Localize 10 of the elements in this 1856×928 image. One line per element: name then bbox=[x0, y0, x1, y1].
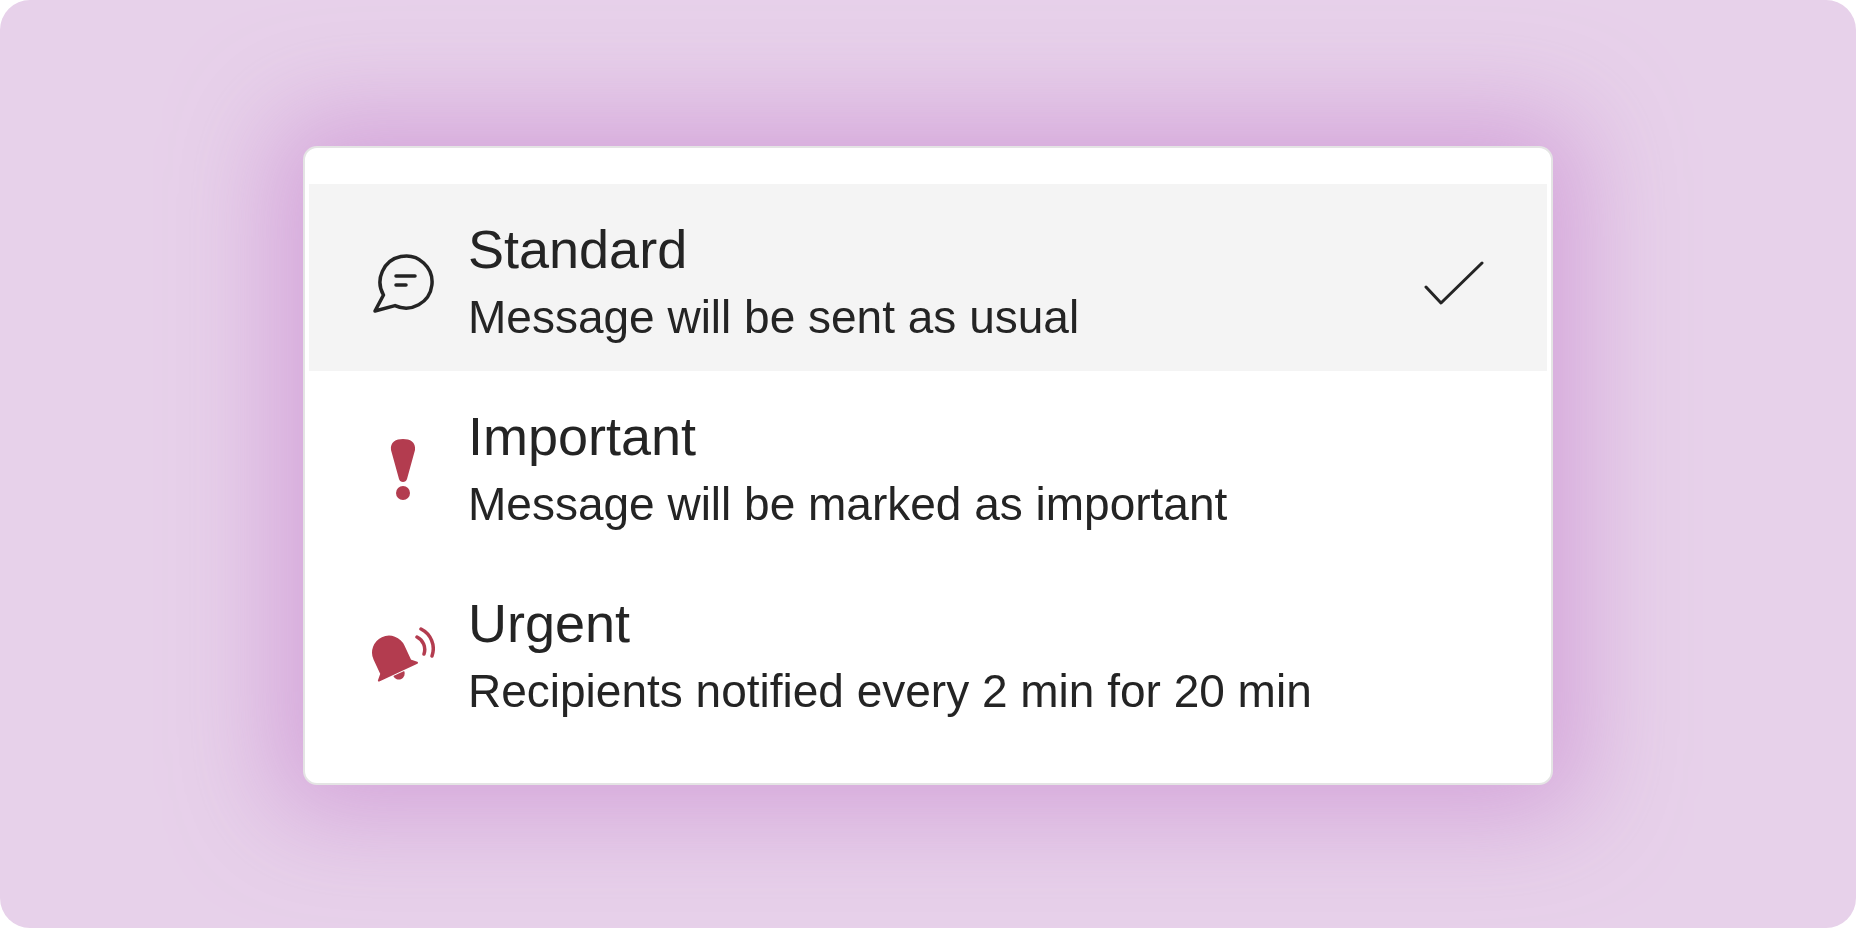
item-description: Message will be marked as important bbox=[468, 476, 1228, 532]
menu-item[interactable]: Standard Message will be sent as usual bbox=[309, 184, 1547, 371]
item-description: Message will be sent as usual bbox=[468, 289, 1080, 345]
check-icon bbox=[1424, 260, 1484, 305]
exclamation-icon bbox=[390, 439, 416, 500]
item-title: Urgent bbox=[468, 591, 632, 655]
item-description: Recipients notified every 2 min for 20 min bbox=[468, 663, 1312, 719]
chat-bubble-icon bbox=[371, 251, 435, 314]
item-title: Standard bbox=[468, 217, 689, 281]
item-title: Important bbox=[468, 404, 698, 468]
